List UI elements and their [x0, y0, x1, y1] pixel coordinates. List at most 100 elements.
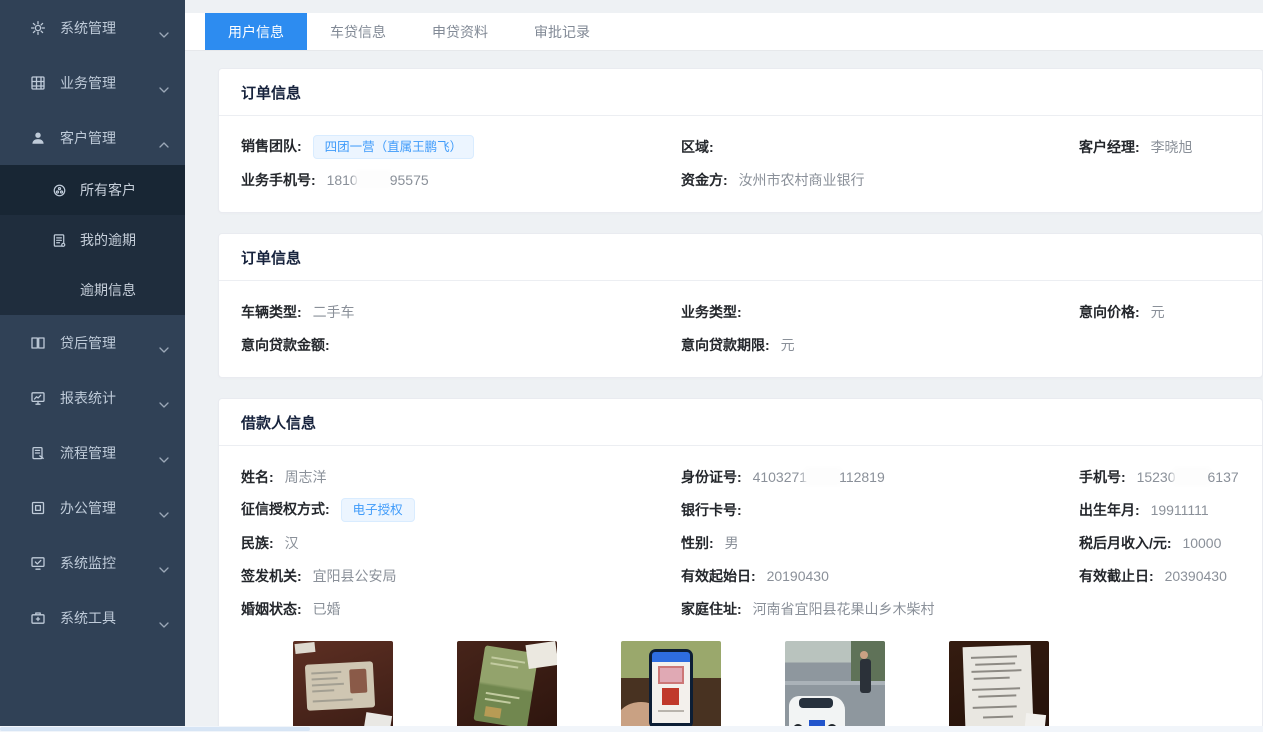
field-label: 有效截止日: — [1079, 568, 1154, 584]
field-name: 姓名: 周志洋 — [241, 467, 681, 487]
chevron-down-icon — [159, 80, 169, 96]
sidebar-item-postloan-management[interactable]: 贷后管理 — [0, 315, 185, 370]
field-funder: 资金方: 汝州市农村商业银行 — [681, 170, 1079, 190]
main-content: 用户信息 车贷信息 申贷资料 审批记录 订单信息 销售团队: 四团一营（直属王鹏… — [185, 0, 1263, 726]
photo-handwritten-document[interactable] — [949, 641, 1049, 732]
sidebar-item-label: 业务管理 — [60, 73, 116, 93]
field-value: 河南省宜阳县花果山乡木柴村 — [753, 601, 935, 617]
field-label: 意向贷款金额: — [241, 337, 330, 353]
field-label: 手机号: — [1079, 469, 1126, 485]
field-intent-price: 意向价格: 元 — [1079, 302, 1240, 322]
field-vehicle-type: 车辆类型: 二手车 — [241, 302, 681, 322]
tab-loan-application-docs[interactable]: 申贷资料 — [409, 13, 511, 50]
monitor-check-icon — [30, 555, 46, 571]
field-valid-to: 有效截止日: 20390430 — [1079, 566, 1240, 586]
sidebar-item-label: 逾期信息 — [80, 280, 136, 300]
field-gender: 性别: 男 — [681, 533, 1079, 553]
card-title: 订单信息 — [219, 234, 1262, 281]
field-label: 区域: — [681, 139, 714, 155]
sidebar-submenu-customer: 所有客户 我的逾期 逾期信息 — [0, 165, 185, 315]
field-label: 有效起始日: — [681, 568, 756, 584]
field-value: 汝州市农村商业银行 — [739, 172, 865, 188]
field-value: 元 — [1151, 304, 1165, 320]
photo-license-booklet[interactable] — [457, 641, 557, 732]
photo-person-with-car[interactable] — [785, 641, 885, 732]
order-info-card-1: 订单信息 销售团队: 四团一营（直属王鹏飞） 区域: 客户经理: 李晓旭 — [218, 68, 1263, 213]
field-value: 20190430 — [767, 568, 829, 584]
sidebar-item-label: 客户管理 — [60, 128, 116, 148]
chevron-down-icon — [159, 560, 169, 576]
field-marital-status: 婚姻状态: 已婚 — [241, 599, 681, 619]
sidebar-item-overdue-info[interactable]: 逾期信息 — [0, 265, 185, 315]
chevron-up-icon — [159, 135, 169, 151]
field-label: 客户经理: — [1079, 139, 1140, 155]
tab-user-info[interactable]: 用户信息 — [205, 13, 307, 50]
top-strip — [185, 0, 1263, 13]
sidebar-item-label: 办公管理 — [60, 498, 116, 518]
square-icon — [30, 500, 46, 516]
sidebar-item-process-management[interactable]: 流程管理 — [0, 425, 185, 480]
field-label: 家庭住址: — [681, 601, 742, 617]
field-bank-card: 银行卡号: — [681, 500, 1079, 520]
field-label: 业务手机号: — [241, 172, 316, 188]
field-value: 宜阳县公安局 — [313, 568, 397, 584]
user-icon — [30, 130, 46, 146]
field-label: 民族: — [241, 535, 274, 551]
sidebar-item-office-management[interactable]: 办公管理 — [0, 480, 185, 535]
sidebar-item-all-customers[interactable]: 所有客户 — [0, 165, 185, 215]
sidebar-item-my-overdue[interactable]: 我的逾期 — [0, 215, 185, 265]
card-title: 借款人信息 — [219, 399, 1262, 446]
photo-gallery: 本人照 驾驶证照片 — [241, 625, 1240, 732]
tab-bar: 用户信息 车贷信息 申贷资料 审批记录 — [185, 13, 1263, 51]
chevron-down-icon — [159, 615, 169, 631]
tab-label: 车贷信息 — [330, 24, 386, 40]
field-home-address: 家庭住址: 河南省宜阳县花果山乡木柴村 — [681, 599, 1079, 619]
credit-auth-tag[interactable]: 电子授权 — [341, 498, 415, 522]
field-label: 意向贷款期限: — [681, 337, 770, 353]
sidebar-item-label: 系统监控 — [60, 553, 116, 573]
sidebar-item-report-statistics[interactable]: 报表统计 — [0, 370, 185, 425]
redaction-mask — [358, 173, 390, 186]
field-label: 签发机关: — [241, 568, 302, 584]
tab-car-loan-info[interactable]: 车贷信息 — [307, 13, 409, 50]
chevron-down-icon — [159, 25, 169, 41]
sidebar-item-label: 系统管理 — [60, 18, 116, 38]
sidebar-item-label: 报表统计 — [60, 388, 116, 408]
field-sales-team: 销售团队: 四团一营（直属王鹏飞） — [241, 135, 681, 159]
sidebar-item-business-management[interactable]: 业务管理 — [0, 55, 185, 110]
chevron-down-icon — [159, 340, 169, 356]
tab-approval-records[interactable]: 审批记录 — [511, 13, 613, 50]
sidebar-item-customer-management[interactable]: 客户管理 — [0, 110, 185, 165]
field-valid-from: 有效起始日: 20190430 — [681, 566, 1079, 586]
order-info-card-2: 订单信息 车辆类型: 二手车 业务类型: 意向价格: 元 — [218, 233, 1263, 378]
sidebar-item-system-monitor[interactable]: 系统监控 — [0, 535, 185, 590]
sidebar-item-system-tools[interactable]: 系统工具 — [0, 590, 185, 645]
field-label: 婚姻状态: — [241, 601, 302, 617]
field-value: 汉 — [285, 535, 299, 551]
field-label: 车辆类型: — [241, 304, 302, 320]
sidebar-item-system-management[interactable]: 系统管理 — [0, 0, 185, 55]
field-value: 181095575 — [327, 172, 429, 188]
photo-credit-qr-screenshot[interactable] — [621, 641, 721, 732]
sidebar-item-label: 我的逾期 — [80, 230, 136, 250]
photo-id-card[interactable] — [293, 641, 393, 732]
horizontal-scrollbar[interactable] — [0, 726, 1263, 732]
grid-icon — [30, 75, 46, 91]
sales-team-tag[interactable]: 四团一营（直属王鹏飞） — [313, 135, 475, 159]
toolbox-icon — [30, 610, 46, 626]
field-label: 税后月收入/元: — [1079, 535, 1172, 551]
field-value: 李晓旭 — [1151, 139, 1193, 155]
field-label: 资金方: — [681, 172, 728, 188]
field-value: 已婚 — [313, 601, 341, 617]
field-business-type: 业务类型: — [681, 302, 1079, 322]
scrollbar-thumb[interactable] — [0, 727, 310, 731]
tab-label: 用户信息 — [228, 24, 284, 40]
redaction-mask — [807, 470, 839, 483]
sidebar-item-label: 贷后管理 — [60, 333, 116, 353]
field-ethnicity: 民族: 汉 — [241, 533, 681, 553]
field-label: 业务类型: — [681, 304, 742, 320]
field-label: 销售团队: — [241, 138, 302, 154]
field-credit-auth-method: 征信授权方式: 电子授权 — [241, 498, 681, 522]
field-label: 姓名: — [241, 469, 274, 485]
field-label: 银行卡号: — [681, 502, 742, 518]
